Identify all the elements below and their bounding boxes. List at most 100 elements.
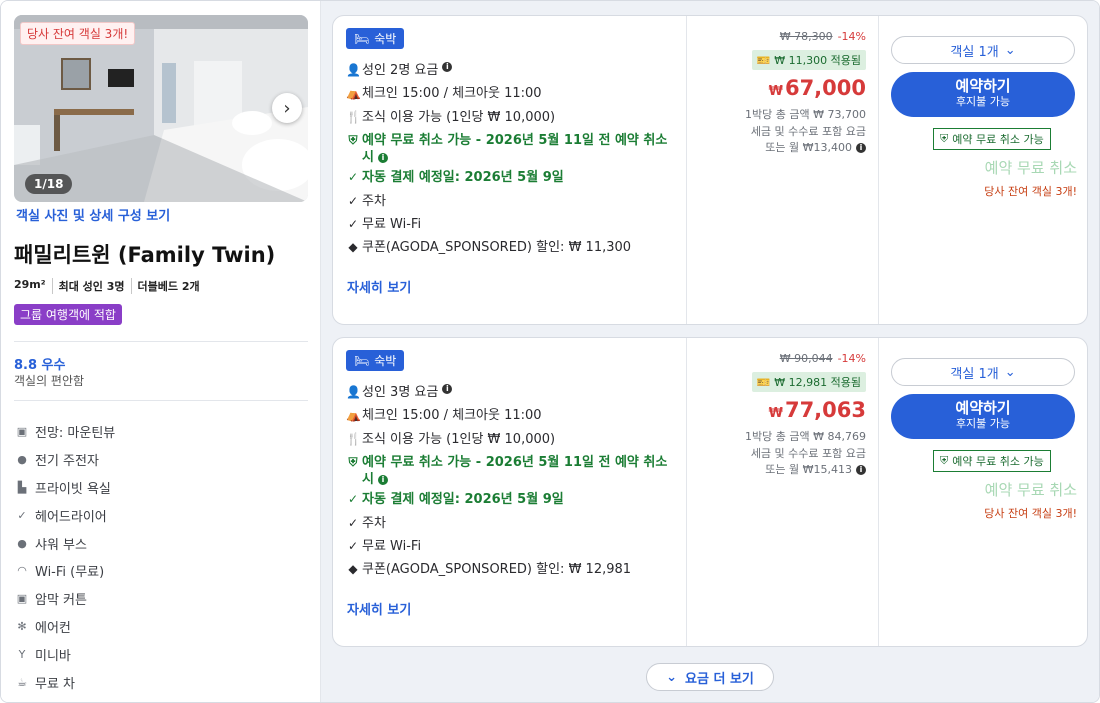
info-icon[interactable]: i bbox=[377, 152, 388, 163]
stay-type-tag: 🛏 숙박 bbox=[346, 350, 405, 371]
tag-icon: ◆ bbox=[348, 240, 358, 255]
book-button[interactable]: 예약하기 후지불 가능 bbox=[891, 72, 1075, 117]
feature-text: 무료 Wi-Fi bbox=[362, 538, 422, 554]
feature-item: ✓ 자동 결제 예정일: 2026년 5월 9일 bbox=[346, 166, 676, 189]
feature-item: ⛺ 체크인 15:00 / 체크아웃 11:00 bbox=[346, 404, 676, 427]
mountain-view-icon: ▣ bbox=[16, 425, 28, 439]
amenity-label: 전망: 마운틴뷰 bbox=[35, 426, 116, 442]
room-score: 8.8 우수 bbox=[14, 358, 66, 373]
feature-text: 성인 2명 요금 bbox=[362, 63, 439, 78]
free-cancel-text: 예약 무료 취소 가능 - 2026년 5월 11일 전 예약 취소 시 bbox=[362, 133, 668, 166]
tax-included-note: 세금 및 수수료 포함 요금 bbox=[750, 124, 866, 138]
feature-text: 자동 결제 예정일: 2026년 5월 9일 bbox=[362, 492, 564, 508]
amenity-label: 샤워 부스 bbox=[35, 537, 87, 553]
discount-percent: -14% bbox=[837, 30, 866, 43]
final-price: ₩77,063 bbox=[769, 398, 866, 422]
shower-icon: ● bbox=[17, 536, 27, 550]
feature-text: 조식 이용 가능 (1인당 ₩ 10,000) bbox=[362, 431, 556, 447]
divider bbox=[14, 400, 308, 401]
feature-text: 체크인 15:00 / 체크아웃 11:00 bbox=[362, 408, 542, 424]
feature-text: 예약 무료 취소 가능 - 2026년 5월 11일 전 예약 취소 시i bbox=[362, 132, 676, 166]
feature-text: 조식 이용 가능 (1인당 ₩ 10,000) bbox=[362, 109, 556, 125]
price-value: 67,000 bbox=[784, 76, 866, 100]
feature-item: ⛺ 체크인 15:00 / 체크아웃 11:00 bbox=[346, 82, 676, 105]
next-photo-button[interactable]: › bbox=[272, 93, 302, 123]
checkin-icon: ⛺ bbox=[346, 408, 361, 423]
book-button-label: 예약하기 bbox=[955, 77, 1011, 95]
coupon-applied-text: ₩ 11,300 적용됨 bbox=[774, 54, 861, 67]
original-price-value: ₩ 78,300 bbox=[779, 30, 833, 43]
shield-check-icon: ⛨ bbox=[940, 454, 949, 467]
feature-item: ⛨ 예약 무료 취소 가능 - 2026년 5월 11일 전 예약 취소 시i bbox=[346, 129, 676, 166]
free-cancel-label: 예약 무료 취소 bbox=[984, 481, 1077, 499]
amenity-item: ▙ 프라이빗 욕실 bbox=[15, 474, 115, 502]
room-count-select[interactable]: 객실 1개 ⌄ bbox=[891, 36, 1075, 64]
rooms-left-text: 당사 잔여 객실 3개! bbox=[984, 507, 1077, 520]
monthly-payment-text: 또는 월 ₩13,400 bbox=[765, 141, 852, 154]
feature-item: ✓ 자동 결제 예정일: 2026년 5월 9일 bbox=[346, 488, 676, 511]
feature-item: 👤 성인 2명 요금 i bbox=[346, 59, 676, 82]
feature-item: 🍴 조식 이용 가능 (1인당 ₩ 10,000) bbox=[346, 428, 676, 451]
blackout-curtain-icon: ▣ bbox=[16, 592, 28, 606]
breakfast-icon: 🍴 bbox=[346, 109, 361, 124]
ticket-icon: 🎫 bbox=[756, 53, 771, 67]
book-button[interactable]: 예약하기 후지불 가능 bbox=[891, 394, 1075, 439]
book-button-sublabel: 후지불 가능 bbox=[955, 417, 1011, 430]
amenity-item: ◠ Wi-Fi (무료) bbox=[15, 557, 115, 585]
amenity-label: Wi-Fi (무료) bbox=[35, 565, 105, 581]
coupon-applied-badge: 🎫 ₩ 12,981 적용됨 bbox=[751, 372, 866, 392]
original-price: ₩ 90,044 -14% bbox=[780, 352, 866, 365]
amenity-item: ☕ 무료 차 bbox=[15, 668, 115, 696]
amenity-label: 헤어드라이어 bbox=[35, 509, 107, 525]
feature-item: 🍴 조식 이용 가능 (1인당 ₩ 10,000) bbox=[346, 106, 676, 129]
amenity-label: 미니바 bbox=[35, 648, 71, 664]
feature-text: 주차 bbox=[362, 193, 386, 209]
checkin-icon: ⛺ bbox=[346, 86, 361, 101]
tea-icon: ☕ bbox=[17, 675, 27, 689]
minibar-icon: Y bbox=[18, 647, 26, 661]
total-per-night: 1박당 총 금액 ₩ 84,769 bbox=[745, 430, 866, 443]
bathtub-icon: ▙ bbox=[17, 480, 27, 494]
stay-type-tag: 🛏 숙박 bbox=[346, 28, 405, 49]
person-icon: 👤 bbox=[346, 63, 361, 77]
divider bbox=[14, 341, 308, 342]
amenity-item: Y 미니바 bbox=[15, 640, 115, 668]
info-icon[interactable]: i bbox=[856, 465, 866, 475]
feature-item: ◆ 쿠폰(AGODA_SPONSORED) 할인: ₩ 11,300 bbox=[346, 236, 676, 259]
check-icon: ✓ bbox=[347, 492, 359, 507]
info-icon[interactable]: i bbox=[377, 474, 388, 485]
amenity-item: ✻ 에어컨 bbox=[15, 613, 115, 641]
rooms-left-text: 당사 잔여 객실 3개! bbox=[984, 185, 1077, 198]
amenity-label: 프라이빗 욕실 bbox=[35, 481, 111, 497]
offer-actions: 객실 1개 ⌄ 예약하기 후지불 가능 ⛨ 예약 무료 취소 가능 예약 무료 취소 … bbox=[879, 16, 1089, 324]
info-icon[interactable]: i bbox=[442, 62, 453, 72]
amenity-item: ▣ 전망: 마운틴뷰 bbox=[15, 418, 115, 446]
room-count-value: 객실 1개 bbox=[950, 44, 999, 60]
details-link[interactable]: 자세히 보기 bbox=[347, 277, 411, 296]
chevron-down-icon: ⌄ bbox=[1004, 42, 1016, 58]
room-beds: 더블베드 2개 bbox=[130, 278, 206, 294]
amenity-label: 암막 커튼 bbox=[35, 593, 87, 609]
shield-check-icon: ⛨ bbox=[940, 132, 949, 145]
offer-actions: 객실 1개 ⌄ 예약하기 후지불 가능 ⛨ 예약 무료 취소 가능 예약 무료 취소 … bbox=[879, 338, 1089, 646]
more-rates-button[interactable]: ⌄ 요금 더 보기 bbox=[646, 663, 774, 691]
details-link[interactable]: 자세히 보기 bbox=[347, 599, 411, 618]
feature-text: 예약 무료 취소 가능 - 2026년 5월 11일 전 예약 취소 시i bbox=[362, 454, 676, 488]
price-value: 77,063 bbox=[784, 398, 866, 422]
info-icon[interactable]: i bbox=[856, 143, 866, 153]
stay-type-label: 숙박 bbox=[374, 354, 397, 368]
monthly-payment: 또는 월 ₩15,413 i bbox=[745, 462, 866, 479]
stay-type-label: 숙박 bbox=[374, 32, 397, 46]
room-count-select[interactable]: 객실 1개 ⌄ bbox=[891, 358, 1075, 386]
tag-icon: ◆ bbox=[348, 562, 358, 577]
info-icon[interactable]: i bbox=[442, 384, 453, 394]
feature-item: 👤 성인 3명 요금 i bbox=[346, 381, 676, 404]
photo-counter: 1/18 bbox=[25, 174, 73, 194]
room-photos-link[interactable]: 객실 사진 및 상세 구성 보기 bbox=[16, 205, 170, 224]
monthly-payment: 또는 월 ₩13,400 i bbox=[745, 140, 866, 157]
breakfast-icon: 🍴 bbox=[346, 431, 361, 446]
book-button-label: 예약하기 bbox=[955, 399, 1011, 417]
coupon-applied-badge: 🎫 ₩ 11,300 적용됨 bbox=[751, 50, 866, 70]
check-icon: ✓ bbox=[17, 508, 27, 522]
room-photo[interactable]: 당사 잔여 객실 3개! › 1/18 bbox=[14, 15, 308, 202]
